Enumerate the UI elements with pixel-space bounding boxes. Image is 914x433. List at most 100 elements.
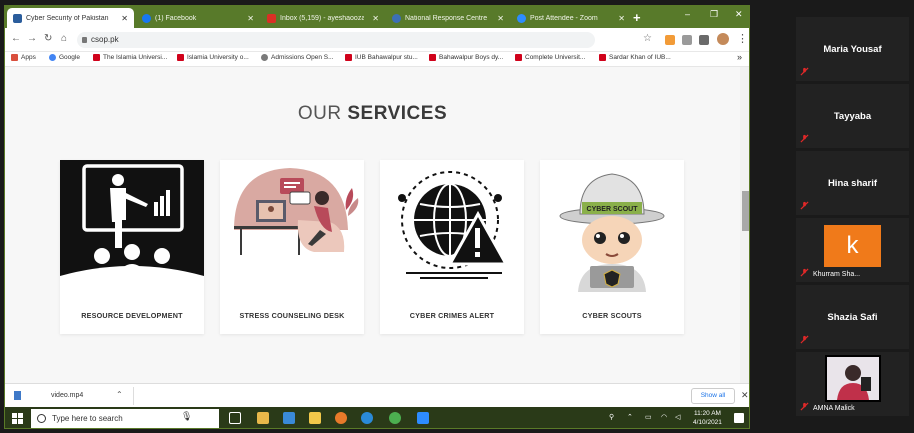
close-tab-icon[interactable]: ✕ [372,14,379,23]
zoom-app-icon[interactable] [417,412,429,424]
participant-tile[interactable]: Shazia Safi [796,285,909,349]
card-title: RESOURCE DEVELOPMENT [81,311,183,320]
divider [133,387,134,405]
show-all-button[interactable]: Show all [691,388,735,404]
globe-icon [261,54,268,61]
counseling-icon [220,160,364,292]
tab-facebook[interactable]: (1) Facebook ✕ [136,8,260,28]
scrollbar-thumb[interactable] [742,191,749,231]
profile-avatar[interactable] [717,33,729,45]
bookmark-label: Sardar Khan of IUB... [609,54,671,61]
download-bar: video.mp4 ⌃ Show all ✕ [5,383,749,407]
extension-icon[interactable] [682,35,692,45]
service-card-resource-development[interactable]: RESOURCE DEVELOPMENT [60,160,204,334]
chrome-icon[interactable] [389,412,401,424]
close-tab-icon[interactable]: ✕ [121,14,128,23]
bookmark-label: IUB Bahawalpur stu... [355,54,418,61]
close-window-button[interactable]: ✕ [735,9,743,20]
scout-hat-text: CYBER SCOUT [587,206,639,213]
mail-icon[interactable] [283,412,295,424]
edge-icon[interactable] [361,412,373,424]
bookmark-item[interactable]: The Islamia Universi... [93,54,167,61]
clock-time: 11:20 AM [693,410,721,417]
firefox-icon[interactable] [335,412,347,424]
store-icon[interactable] [257,412,269,424]
participant-tile[interactable]: Tayyaba [796,84,909,148]
bookmark-item[interactable]: Admissions Open S... [261,54,334,61]
youtube-icon [93,54,100,61]
bookmark-apps[interactable]: Apps [11,54,36,61]
notification-icon[interactable] [734,413,744,423]
puzzle-icon[interactable] [699,35,709,45]
tab-gmail[interactable]: Inbox (5,159) - ayeshaoozaqil ✕ [261,8,385,28]
tab-zoom[interactable]: Post Attendee - Zoom ✕ [511,8,631,28]
card-title: STRESS COUNSELING DESK [239,311,345,320]
search-placeholder: Type here to search [52,414,123,423]
address-bar[interactable]: csop.pk [77,32,595,48]
bookmark-star-icon[interactable]: ☆ [643,33,652,44]
service-card-stress-counseling[interactable]: STRESS COUNSELING DESK [220,160,364,334]
shield-icon [13,13,22,23]
shared-screen: Cyber Security of Pakistan ✕ (1) Faceboo… [4,5,750,429]
windows-start-icon[interactable] [12,413,23,424]
bookmark-item[interactable]: IUB Bahawalpur stu... [345,54,418,61]
tab-nrcfc[interactable]: National Response Centre For ✕ [386,8,510,28]
minimize-button[interactable]: – [685,9,690,19]
bookmark-item[interactable]: Islamia University o... [177,54,249,61]
participant-name: AMNA Malick [813,405,855,412]
new-tab-button[interactable]: + [633,10,641,25]
bookmark-google[interactable]: Google [49,54,80,61]
card-title: CYBER SCOUTS [582,311,642,320]
bookmark-item[interactable]: Sardar Khan of IUB... [599,54,671,61]
clock-date: 4/10/2021 [693,419,722,426]
youtube-icon [177,54,184,61]
card-title: CYBER CRIMES ALERT [409,311,495,320]
tab-label: Cyber Security of Pakistan [26,14,109,22]
close-download-bar-button[interactable]: ✕ [741,390,749,401]
bookmark-item[interactable]: Complete Universit... [515,54,585,61]
cyber-alert-illustration [380,160,524,292]
task-view-icon[interactable] [229,412,241,424]
person-photo-icon [827,357,879,400]
extension-icon[interactable] [665,35,675,45]
forward-arrow-icon[interactable]: → [27,33,37,44]
close-tab-icon[interactable]: ✕ [618,14,625,23]
participant-name: Shazia Safi [827,311,878,323]
chevron-up-icon[interactable]: ⌃ [116,390,123,399]
participant-tile[interactable]: Hina sharif [796,151,909,215]
download-file-name[interactable]: video.mp4 [51,392,83,399]
bookmark-label: The Islamia Universi... [103,54,168,61]
participant-gallery: Maria Yousaf Tayyaba Hina sharif k Khurr… [796,17,909,418]
participant-tile[interactable]: Maria Yousaf [796,17,909,81]
service-card-cyber-scouts[interactable]: CYBER SCOUT CYBER SCOUTS [540,160,684,334]
service-card-cyber-crimes-alert[interactable]: CYBER CRIMES ALERT [380,160,524,334]
microphone-icon[interactable]: 🎙 [181,411,192,422]
participant-tile[interactable]: k Khurram Sha... [796,218,909,282]
muted-mic-icon [800,67,809,76]
home-icon[interactable]: ⌂ [61,33,67,44]
volume-icon[interactable]: ◁ [675,413,680,421]
file-explorer-icon[interactable] [309,412,321,424]
reload-icon[interactable]: ↻ [44,33,52,44]
bookmark-label: Complete Universit... [525,54,586,61]
people-icon[interactable]: ⚲ [609,413,614,421]
page-scrollbar[interactable] [740,67,749,383]
globe-icon [392,13,401,23]
close-tab-icon[interactable]: ✕ [497,14,504,23]
muted-mic-icon [800,201,809,210]
close-tab-icon[interactable]: ✕ [247,14,254,23]
bookmark-item[interactable]: Bahawalpur Boys dy... [429,54,503,61]
menu-dots-icon[interactable]: ⋮ [737,32,748,45]
tab-cyber-security[interactable]: Cyber Security of Pakistan ✕ [7,8,134,28]
taskbar-clock[interactable]: 11:20 AM 4/10/2021 [693,409,722,427]
wifi-icon[interactable]: ◠ [661,413,667,421]
bookmark-label: Admissions Open S... [271,54,334,61]
keyboard-icon[interactable]: ▭ [645,413,652,421]
zoom-icon [517,13,526,23]
maximize-button[interactable]: ❐ [710,9,718,20]
bookmarks-more-button[interactable]: » [737,52,742,62]
participant-tile[interactable]: AMNA Malick [796,352,909,416]
bookmark-label: Bahawalpur Boys dy... [439,54,504,61]
back-arrow-icon[interactable]: ← [11,33,21,44]
chevron-up-icon[interactable]: ⌃ [627,413,633,421]
